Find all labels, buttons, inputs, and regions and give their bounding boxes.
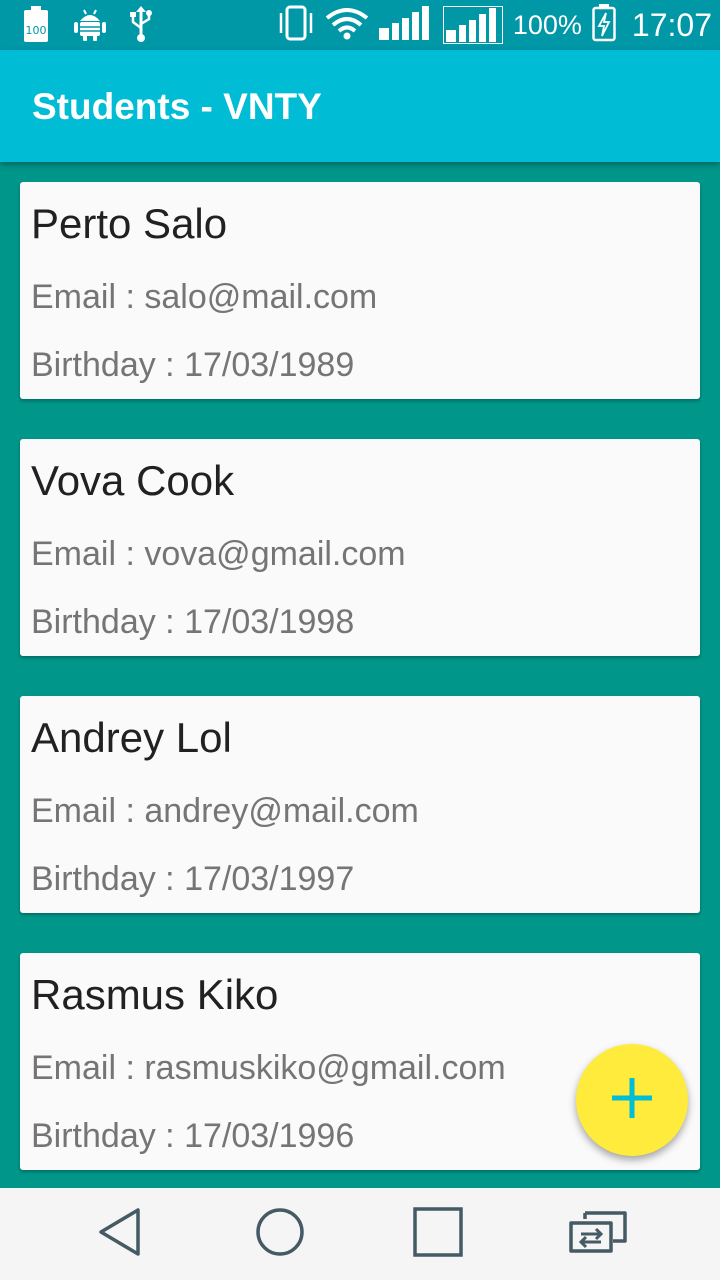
- android-debug-icon: [74, 7, 106, 46]
- page-title: Students - VNTY: [32, 86, 322, 127]
- student-card[interactable]: Perto Salo Email : salo@mail.com Birthda…: [20, 182, 700, 399]
- signal-sim2-icon: [442, 6, 503, 44]
- student-name: Perto Salo: [31, 200, 228, 247]
- student-email: Email : vova@gmail.com: [31, 535, 406, 573]
- student-email: Email : andrey@mail.com: [31, 792, 419, 830]
- student-email: Email : salo@mail.com: [31, 278, 378, 316]
- student-card[interactable]: Andrey Lol Email : andrey@mail.com Birth…: [20, 696, 700, 913]
- back-button[interactable]: [60, 1188, 180, 1280]
- status-bar-right: 100% 17:07: [277, 3, 712, 47]
- navigation-bar: [0, 1188, 720, 1280]
- wifi-icon: [325, 6, 369, 45]
- app-bar: Students - VNTY: [0, 50, 720, 162]
- battery-percent: 100%: [512, 9, 582, 40]
- student-email: Email : rasmuskiko@gmail.com: [31, 1049, 506, 1087]
- student-birthday: Birthday : 17/03/1989: [31, 346, 355, 384]
- svg-text:100: 100: [26, 24, 47, 37]
- usb-icon: [130, 6, 152, 47]
- battery-saver-icon: 100: [22, 6, 50, 47]
- back-icon: [97, 1207, 143, 1262]
- home-icon: [255, 1207, 305, 1262]
- recents-button[interactable]: [378, 1188, 498, 1280]
- battery-charging-icon: [592, 3, 616, 47]
- student-name: Vova Cook: [31, 457, 235, 504]
- student-card[interactable]: Vova Cook Email : vova@gmail.com Birthda…: [20, 439, 700, 656]
- recents-icon: [413, 1206, 463, 1262]
- student-birthday: Birthday : 17/03/1996: [31, 1117, 355, 1155]
- switch-sim-button[interactable]: [538, 1188, 658, 1280]
- student-list[interactable]: Perto Salo Email : salo@mail.com Birthda…: [0, 162, 720, 1188]
- status-bar-left: 100: [22, 6, 152, 47]
- status-bar: 100 100% 17:07: [0, 0, 720, 50]
- student-birthday: Birthday : 17/03/1997: [31, 860, 355, 898]
- student-name: Rasmus Kiko: [31, 971, 279, 1018]
- plus-icon: [610, 1076, 654, 1125]
- switch-sim-icon: [567, 1210, 629, 1259]
- clock: 17:07: [631, 6, 712, 43]
- home-button[interactable]: [220, 1188, 340, 1280]
- student-birthday: Birthday : 17/03/1998: [31, 603, 355, 641]
- signal-sim1-icon: [378, 5, 433, 45]
- vibrate-icon: [277, 5, 315, 46]
- student-name: Andrey Lol: [31, 714, 232, 761]
- add-student-button[interactable]: [576, 1044, 688, 1156]
